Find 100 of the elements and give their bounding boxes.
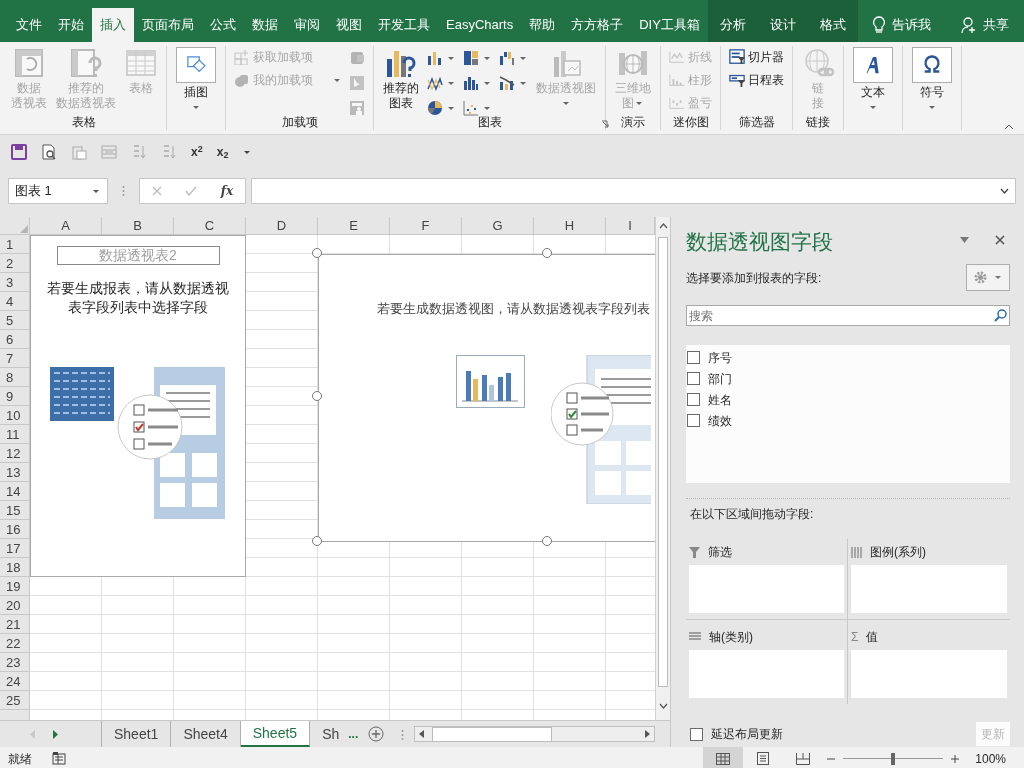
quick-access-button[interactable]: x$^{2}$ [186, 143, 208, 161]
column-header[interactable]: I [606, 217, 655, 235]
column-header[interactable]: A [30, 217, 102, 235]
row-header[interactable]: 8 [0, 368, 30, 387]
row-header[interactable]: 7 [0, 349, 30, 368]
ribbon-button[interactable]: 推荐的 图表 [380, 46, 422, 112]
row-header[interactable]: 15 [0, 501, 30, 520]
row-header[interactable]: 12 [0, 444, 30, 463]
field-label[interactable]: 序号 [708, 348, 732, 367]
row-header[interactable]: 20 [0, 596, 30, 615]
row-header[interactable]: 3 [0, 273, 30, 292]
win-loss-icon [669, 95, 685, 111]
share-button[interactable]: 共享 [982, 15, 1009, 35]
ribbon-tab[interactable]: 审阅 [286, 8, 328, 42]
scrollbar-thumb[interactable] [658, 237, 668, 687]
row-header[interactable]: 2 [0, 254, 30, 273]
row-header[interactable]: 21 [0, 615, 30, 634]
row-header[interactable]: 5 [0, 311, 30, 330]
row-header[interactable]: 1 [0, 235, 30, 254]
horizontal-scrollbar[interactable] [414, 726, 655, 742]
column-header[interactable]: C [174, 217, 246, 235]
ribbon-tab[interactable]: 开发工具 [370, 8, 438, 42]
resize-handle[interactable] [542, 536, 552, 546]
ribbon-tab[interactable]: 公式 [202, 8, 244, 42]
resize-handle[interactable] [542, 248, 552, 258]
sheet-tab[interactable]: Sh [310, 721, 344, 747]
ribbon-tab[interactable]: DIY工具箱 [631, 8, 708, 42]
ribbon-tab[interactable]: EasyCharts [438, 8, 522, 42]
row-header[interactable]: 18 [0, 558, 30, 577]
ribbon-tab[interactable]: 插入 [92, 8, 134, 42]
zoom-in-icon[interactable] [951, 754, 960, 763]
next-sheet-icon[interactable] [52, 729, 58, 739]
row-header[interactable]: 6 [0, 330, 30, 349]
zoom-level[interactable]: 100% [975, 749, 1006, 768]
dialog-launcher-icon[interactable] [601, 120, 609, 128]
resize-handle[interactable] [312, 536, 322, 546]
ribbon-tab[interactable]: 分析 [707, 0, 758, 42]
column-header[interactable]: F [390, 217, 462, 235]
row-header[interactable]: 16 [0, 520, 30, 539]
row-header[interactable]: 4 [0, 292, 30, 311]
insert-function-button[interactable]: fx [216, 182, 238, 200]
checkbox[interactable] [690, 727, 703, 741]
chart-area[interactable]: 若要生成数据透视图，请从数据透视表字段列表 [318, 254, 655, 542]
resize-handle[interactable] [312, 391, 322, 401]
row-header[interactable]: 25 [0, 691, 30, 710]
collapse-ribbon-icon[interactable] [1004, 124, 1014, 130]
ribbon-button[interactable]: 日程表 [727, 69, 786, 91]
row-header[interactable]: 14 [0, 482, 30, 501]
ribbon-tab[interactable]: 数据 [244, 8, 286, 42]
row-header[interactable]: 24 [0, 672, 30, 691]
paste-icon [71, 144, 87, 160]
column-header[interactable]: B [102, 217, 174, 235]
tell-me-field[interactable]: 告诉我 [891, 15, 931, 35]
checkbox-label[interactable]: 延迟布局更新 [711, 725, 783, 743]
ribbon-button[interactable]: 插图 [173, 46, 219, 116]
checkbox[interactable] [687, 414, 700, 427]
ribbon-tab[interactable]: 格式 [807, 0, 858, 42]
sheet-tab[interactable]: Sheet5 [240, 721, 311, 747]
close-icon[interactable] [995, 235, 1005, 245]
ribbon-tab[interactable]: 页面布局 [134, 8, 202, 42]
column-header[interactable]: D [246, 217, 318, 235]
pivot-table-icon [13, 47, 45, 79]
checkbox[interactable] [687, 372, 700, 385]
ribbon-tab[interactable]: 帮助 [521, 8, 564, 42]
ribbon-tab[interactable]: 文件 [8, 8, 50, 42]
row-header[interactable]: 11 [0, 425, 30, 444]
row-header[interactable]: 23 [0, 653, 30, 672]
checkbox[interactable] [687, 351, 700, 364]
name-box[interactable]: 图表 1 [8, 178, 108, 204]
formula-input[interactable] [251, 178, 1016, 204]
column-header[interactable]: G [462, 217, 534, 235]
ribbon-button[interactable]: 符号 [909, 46, 955, 116]
field-label[interactable]: 绩效 [708, 411, 732, 430]
zoom-out-icon[interactable] [827, 757, 836, 760]
settings-button[interactable] [966, 264, 1010, 291]
column-header[interactable]: E [318, 217, 390, 235]
row-header[interactable]: 17 [0, 539, 30, 558]
column-header[interactable]: H [534, 217, 606, 235]
view-button[interactable] [703, 747, 744, 768]
field-label[interactable]: 姓名 [708, 390, 732, 409]
ribbon-tab[interactable]: 视图 [328, 8, 370, 42]
row-header[interactable]: 9 [0, 387, 30, 406]
more-sheets-button[interactable]: ... [343, 721, 364, 747]
ribbon-button[interactable]: 切片器 [727, 46, 786, 68]
share-icon[interactable] [960, 16, 977, 34]
ribbon-tab[interactable]: 方方格子 [563, 8, 632, 42]
ribbon-tab[interactable]: 设计 [757, 0, 808, 42]
dropdown-icon[interactable] [960, 237, 969, 243]
field-label[interactable]: 部门 [708, 369, 732, 388]
checkbox[interactable] [687, 393, 700, 406]
resize-handle[interactable] [312, 248, 322, 258]
bar [489, 385, 494, 401]
row-header[interactable]: 19 [0, 577, 30, 596]
slider-thumb[interactable] [891, 752, 896, 765]
quick-access-button[interactable]: x$_{2}$ [211, 143, 234, 161]
row-header[interactable]: 22 [0, 634, 30, 653]
ribbon-tab[interactable]: 开始 [50, 8, 92, 42]
row-header[interactable]: 10 [0, 406, 30, 425]
row-header[interactable]: 13 [0, 463, 30, 482]
ribbon-button[interactable]: 文本 [850, 46, 896, 116]
